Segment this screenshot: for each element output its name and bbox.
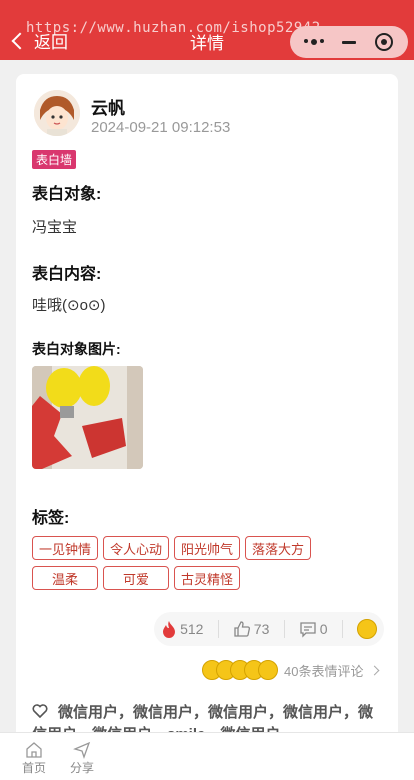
thumbs-up-icon bbox=[234, 621, 250, 637]
tag-chip[interactable]: 古灵精怪 bbox=[174, 566, 240, 590]
divider bbox=[283, 620, 285, 638]
close-button[interactable] bbox=[369, 30, 399, 54]
tags-label: 标签: bbox=[32, 510, 70, 527]
close-circle-icon bbox=[375, 33, 394, 51]
chevron-right-icon bbox=[370, 665, 380, 675]
tag-chip[interactable]: 令人心动 bbox=[103, 536, 169, 560]
content-label: 表白内容: bbox=[32, 266, 102, 283]
avatar-image bbox=[34, 90, 80, 136]
more-button[interactable] bbox=[299, 30, 329, 54]
image-label: 表白对象图片: bbox=[32, 341, 121, 357]
tag-chip[interactable]: 可爱 bbox=[103, 566, 169, 590]
category-badge: 表白墙 bbox=[32, 150, 77, 169]
target-value: 冯宝宝 bbox=[32, 219, 78, 236]
fire-icon bbox=[163, 621, 176, 638]
comment-count: 0 bbox=[319, 621, 328, 637]
heart-icon bbox=[32, 704, 48, 718]
tag-list: 一见钟情 令人心动 阳光帅气 落落大方 温柔 可爱 古灵精怪 bbox=[32, 536, 322, 590]
target-photo-image bbox=[32, 366, 143, 469]
reaction-summary[interactable]: 40条表情评论 bbox=[202, 660, 380, 680]
hot-stat[interactable]: 512 bbox=[161, 620, 203, 638]
tag-chip[interactable]: 一见钟情 bbox=[32, 536, 98, 560]
bottom-tab-bar: 首页 分享 bbox=[0, 732, 414, 780]
target-photo[interactable] bbox=[32, 366, 143, 469]
laughing-emoji-icon bbox=[356, 619, 377, 639]
tag-chip[interactable]: 温柔 bbox=[32, 566, 98, 590]
divider bbox=[217, 620, 219, 638]
comment-icon bbox=[300, 622, 316, 638]
minus-icon bbox=[341, 40, 356, 44]
post-time: 2024-09-21 09:12:53 bbox=[91, 119, 231, 136]
reaction-count: 40条表情评论 bbox=[284, 663, 364, 679]
hot-count: 512 bbox=[180, 621, 204, 637]
stats-bar: 512 73 0 bbox=[154, 612, 384, 646]
comment-stat[interactable]: 0 bbox=[299, 620, 328, 638]
tab-home-label: 首页 bbox=[22, 761, 47, 775]
mini-program-capsule bbox=[290, 26, 408, 58]
tears-of-joy-emoji-icon bbox=[258, 660, 278, 680]
tab-home[interactable]: 首页 bbox=[22, 741, 46, 776]
like-count: 73 bbox=[253, 621, 270, 637]
avatar[interactable] bbox=[34, 90, 80, 136]
share-icon bbox=[73, 741, 91, 759]
divider bbox=[341, 620, 343, 638]
nav-bar: https://www.huzhan.com/ishop52942 返回 详情 bbox=[0, 0, 414, 60]
home-icon bbox=[26, 742, 42, 758]
reaction-button[interactable] bbox=[356, 619, 377, 639]
content-value: 哇哦(⊙o⊙) bbox=[32, 297, 106, 314]
minimize-button[interactable] bbox=[334, 30, 364, 54]
author-name: 云帆 bbox=[91, 99, 125, 118]
post-card: 云帆 2024-09-21 09:12:53 表白墙 表白对象: 冯宝宝 表白内… bbox=[16, 74, 398, 754]
more-dots-icon bbox=[303, 39, 324, 45]
tag-chip[interactable]: 阳光帅气 bbox=[174, 536, 240, 560]
tab-share[interactable]: 分享 bbox=[70, 741, 94, 776]
like-stat[interactable]: 73 bbox=[233, 620, 270, 638]
tab-share-label: 分享 bbox=[70, 761, 95, 775]
target-label: 表白对象: bbox=[32, 186, 102, 203]
tag-chip[interactable]: 落落大方 bbox=[245, 536, 311, 560]
